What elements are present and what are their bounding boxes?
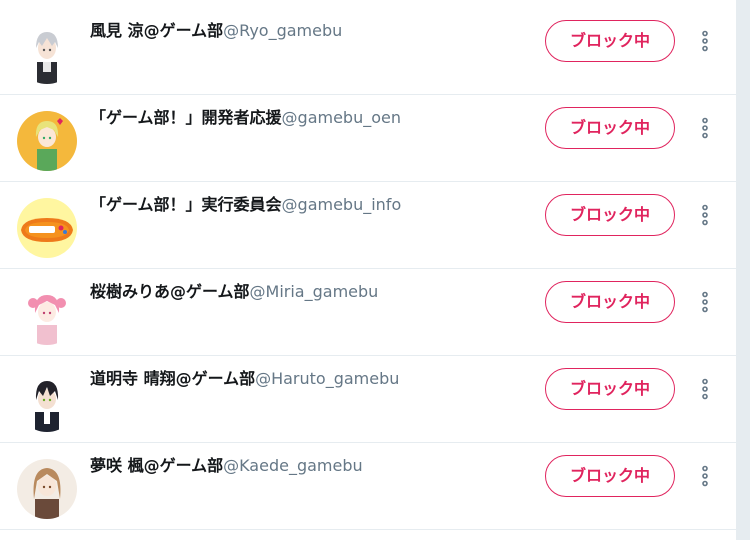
list-item[interactable]: 桜樹みりあ@ゲーム部@Miria_gamebu ブロック中 <box>0 269 736 356</box>
user-name-line[interactable]: 「ゲーム部！」実行委員会@gamebu_info <box>90 194 401 216</box>
user-name-line[interactable]: 「ゲーム部！」開発者応援@gamebu_oen <box>90 107 401 129</box>
more-options-icon[interactable] <box>697 29 713 53</box>
user-handle[interactable]: @gamebu_oen <box>282 108 401 127</box>
more-options-icon[interactable] <box>697 290 713 314</box>
display-name[interactable]: 風見 涼@ゲーム部 <box>90 21 223 40</box>
blocking-button[interactable]: ブロック中 <box>545 455 675 497</box>
avatar[interactable] <box>17 111 77 171</box>
avatar[interactable] <box>17 24 77 84</box>
blocking-button[interactable]: ブロック中 <box>545 107 675 149</box>
more-options-icon[interactable] <box>697 464 713 488</box>
user-name-line[interactable]: 風見 涼@ゲーム部@Ryo_gamebu <box>90 20 342 42</box>
more-options-icon[interactable] <box>697 116 713 140</box>
display-name[interactable]: 「ゲーム部！」実行委員会 <box>90 195 282 214</box>
user-handle[interactable]: @Ryo_gamebu <box>223 21 342 40</box>
blocking-button[interactable]: ブロック中 <box>545 368 675 410</box>
more-options-icon[interactable] <box>697 377 713 401</box>
display-name[interactable]: 「ゲーム部！」開発者応援 <box>90 108 282 127</box>
user-handle[interactable]: @Haruto_gamebu <box>255 369 399 388</box>
list-item[interactable]: 「ゲーム部！」開発者応援@gamebu_oen ブロック中 <box>0 95 736 182</box>
user-handle[interactable]: @gamebu_info <box>282 195 402 214</box>
avatar[interactable] <box>17 372 77 432</box>
display-name[interactable]: 夢咲 楓@ゲーム部 <box>90 456 223 475</box>
avatar[interactable] <box>17 198 77 258</box>
display-name[interactable]: 桜樹みりあ@ゲーム部 <box>90 282 250 301</box>
user-handle[interactable]: @Kaede_gamebu <box>223 456 363 475</box>
avatar[interactable] <box>17 459 77 519</box>
blocking-button[interactable]: ブロック中 <box>545 281 675 323</box>
list-item[interactable]: 夢咲 楓@ゲーム部@Kaede_gamebu ブロック中 <box>0 443 736 530</box>
user-handle[interactable]: @Miria_gamebu <box>250 282 379 301</box>
list-item[interactable]: 風見 涼@ゲーム部@Ryo_gamebu ブロック中 <box>0 8 736 95</box>
list-item[interactable]: 道明寺 晴翔@ゲーム部@Haruto_gamebu ブロック中 <box>0 356 736 443</box>
blocked-accounts-list: 風見 涼@ゲーム部@Ryo_gamebu ブロック中 「ゲーム部！」開発者応援@… <box>0 0 737 540</box>
display-name[interactable]: 道明寺 晴翔@ゲーム部 <box>90 369 255 388</box>
more-options-icon[interactable] <box>697 203 713 227</box>
user-name-line[interactable]: 夢咲 楓@ゲーム部@Kaede_gamebu <box>90 455 363 477</box>
avatar[interactable] <box>17 285 77 345</box>
user-name-line[interactable]: 桜樹みりあ@ゲーム部@Miria_gamebu <box>90 281 378 303</box>
blocking-button[interactable]: ブロック中 <box>545 194 675 236</box>
blocking-button[interactable]: ブロック中 <box>545 20 675 62</box>
user-name-line[interactable]: 道明寺 晴翔@ゲーム部@Haruto_gamebu <box>90 368 399 390</box>
list-item[interactable]: 「ゲーム部！」実行委員会@gamebu_info ブロック中 <box>0 182 736 269</box>
